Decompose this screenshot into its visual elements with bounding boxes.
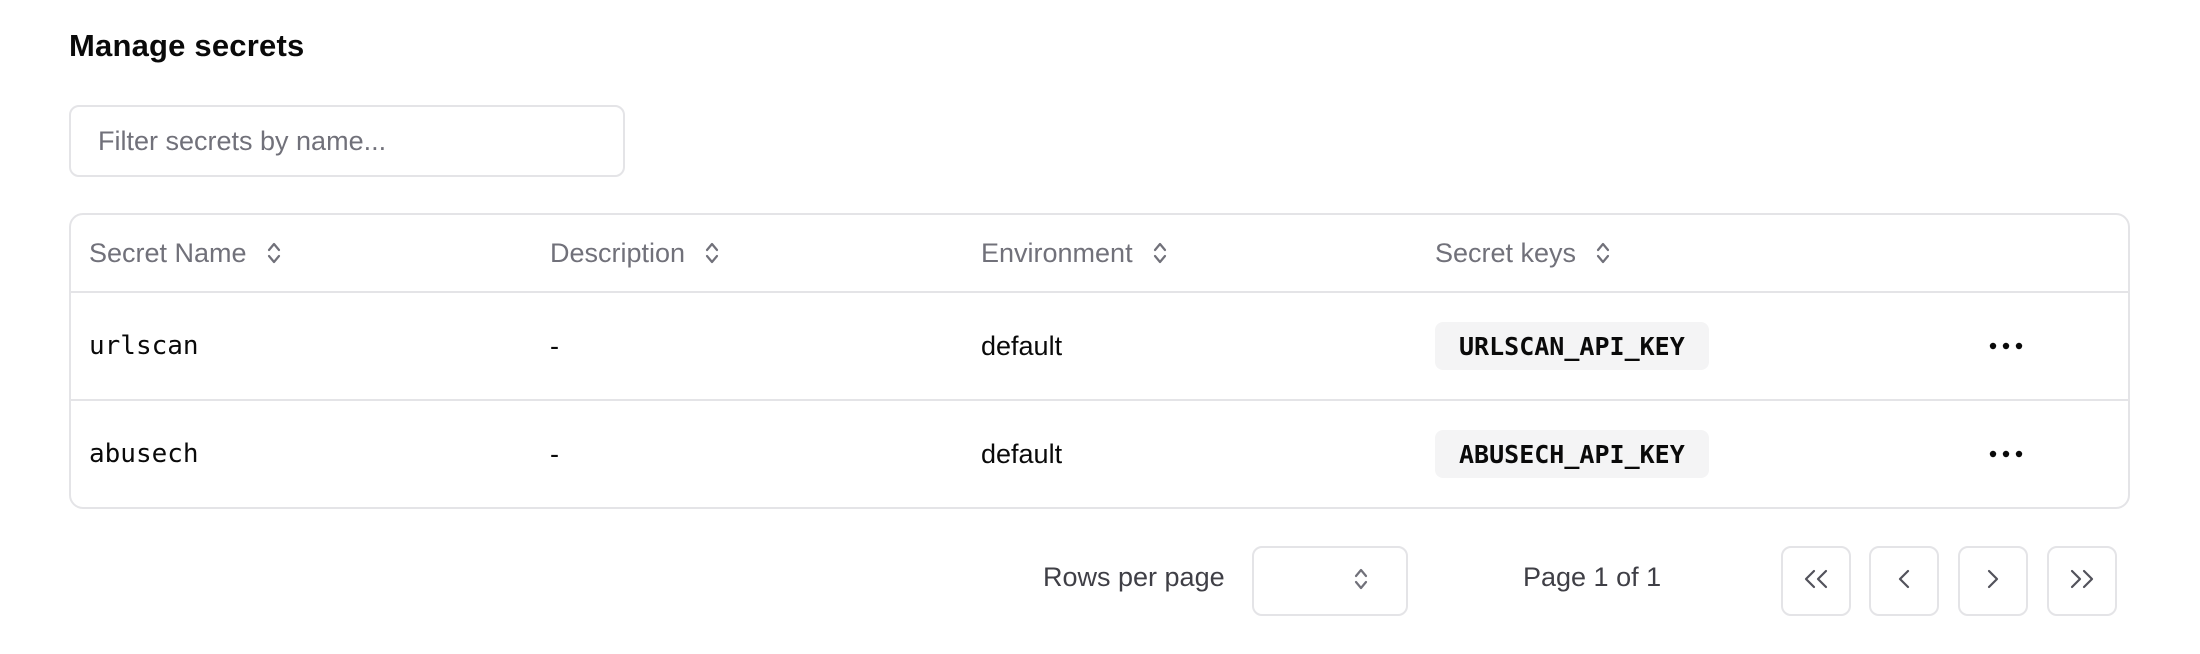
chevron-left-icon [1894,565,1914,598]
secret-keys-cell: URLSCAN_API_KEY [1435,293,1709,399]
secret-name-cell: urlscan [89,331,199,361]
secrets-table: Secret Name Description Environment Secr… [69,213,2130,509]
chevrons-left-icon [1800,565,1832,598]
filter-secrets-input[interactable] [69,105,625,177]
description-cell: - [550,330,559,361]
last-page-button[interactable] [2047,546,2117,616]
column-label: Environment [981,237,1133,268]
more-horizontal-icon [1989,445,2023,463]
row-actions-button[interactable] [1983,431,2029,477]
rows-per-page-select[interactable] [1252,546,1408,616]
table-row[interactable]: abusech - default ABUSECH_API_KEY [71,401,2128,507]
previous-page-button[interactable] [1869,546,1939,616]
page-indicator: Page 1 of 1 [1523,562,1662,592]
first-page-button[interactable] [1781,546,1851,616]
chevron-up-down-icon[interactable] [1594,239,1612,267]
chevron-up-down-icon[interactable] [265,239,283,267]
column-header-environment[interactable]: Environment [981,215,1169,291]
column-label: Secret keys [1435,237,1577,268]
secret-name-cell: abusech [89,439,199,469]
next-page-button[interactable] [1958,546,2028,616]
chevron-up-down-icon[interactable] [703,239,721,267]
more-horizontal-icon [1989,337,2023,355]
table-header: Secret Name Description Environment Secr… [71,215,2128,293]
chevron-up-down-icon [1352,565,1370,598]
page-title: Manage secrets [69,28,305,63]
column-header-secret-name[interactable]: Secret Name [89,215,283,291]
environment-cell: default [981,438,1063,469]
row-actions-button[interactable] [1983,323,2029,369]
column-label: Secret Name [89,237,247,268]
chevron-right-icon [1983,565,2003,598]
column-header-description[interactable]: Description [550,215,721,291]
rows-per-page-label: Rows per page [1043,562,1225,592]
secret-keys-cell: ABUSECH_API_KEY [1435,401,1709,507]
description-cell: - [550,438,559,469]
secret-key-badge: ABUSECH_API_KEY [1435,430,1709,478]
chevron-up-down-icon[interactable] [1151,239,1169,267]
column-header-secret-keys[interactable]: Secret keys [1435,215,1612,291]
secret-key-badge: URLSCAN_API_KEY [1435,322,1709,370]
table-row[interactable]: urlscan - default URLSCAN_API_KEY [71,293,2128,401]
column-label: Description [550,237,686,268]
chevrons-right-icon [2066,565,2098,598]
environment-cell: default [981,330,1063,361]
